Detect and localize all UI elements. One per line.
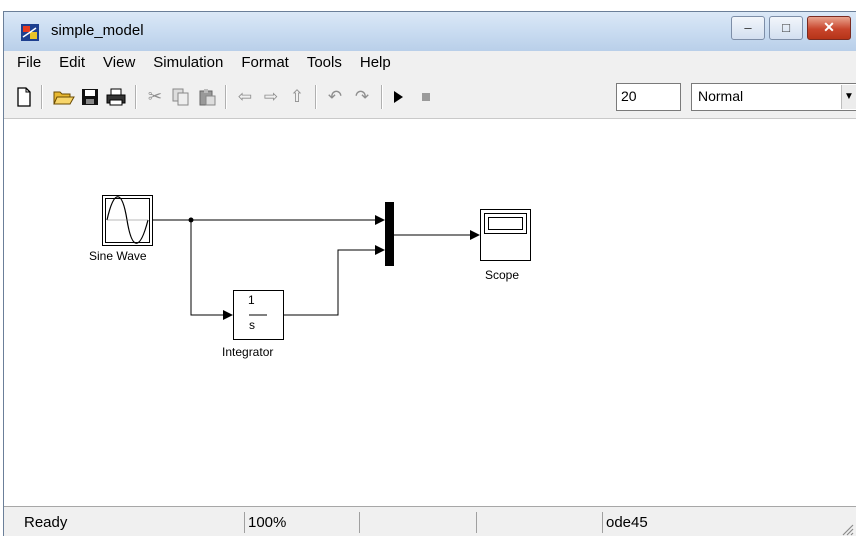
status-text: Ready	[24, 514, 68, 531]
sine-wave-block[interactable]	[102, 195, 153, 246]
close-icon: ✕	[823, 19, 835, 35]
signal-lines	[152, 215, 480, 320]
window-title: simple_model	[51, 22, 144, 39]
simulation-mode-select[interactable]: Normal ▼	[691, 83, 856, 111]
save-icon	[82, 89, 98, 105]
resize-grip-icon[interactable]	[840, 522, 854, 536]
integrator-label[interactable]: Integrator	[222, 345, 273, 359]
block-diagram	[102, 195, 531, 340]
minimize-icon: –	[744, 20, 752, 35]
chevron-down-icon[interactable]: ▼	[841, 85, 856, 109]
cut-button[interactable]: ✂	[144, 86, 166, 108]
model-window: simple_model – □ ✕ File Edit View Simula…	[3, 11, 856, 536]
maximize-icon: □	[782, 20, 790, 35]
copy-icon	[172, 88, 189, 106]
branch-point	[188, 217, 194, 223]
new-model-icon	[17, 87, 31, 107]
open-folder-icon	[53, 91, 75, 105]
scope-label[interactable]: Scope	[485, 268, 519, 282]
up-button[interactable]: ⇧	[286, 86, 308, 108]
menu-bar: File Edit View Simulation Format Tools H…	[4, 51, 856, 75]
status-pane-4	[476, 512, 602, 533]
solver-name: ode45	[602, 512, 842, 533]
toolbar: ✂ ⇦ ⇨ ⇧ ↶ ↷ 20 Normal ▼	[4, 75, 856, 119]
redo-button[interactable]: ↷	[351, 86, 373, 108]
new-model-button[interactable]	[13, 86, 35, 108]
paste-icon	[199, 89, 216, 106]
zoom-level: 100%	[244, 512, 358, 533]
status-bar: Ready 100% ode45	[4, 506, 856, 536]
minimize-button[interactable]: –	[731, 16, 765, 40]
integrator-block[interactable]	[233, 290, 284, 340]
paste-button[interactable]	[196, 86, 218, 108]
title-bar[interactable]: simple_model – □ ✕	[4, 12, 856, 51]
simulation-mode-value: Normal	[698, 88, 744, 104]
open-button[interactable]	[53, 86, 75, 108]
mux-block[interactable]	[385, 202, 394, 266]
forward-arrow-icon: ⇨	[263, 87, 279, 106]
menu-view[interactable]: View	[94, 51, 144, 75]
model-canvas[interactable]: 1 s Sine Wave Integrator Scope	[4, 119, 856, 506]
stop-icon	[422, 93, 430, 101]
save-button[interactable]	[79, 86, 101, 108]
print-icon	[106, 88, 126, 106]
undo-button[interactable]: ↶	[324, 86, 346, 108]
menu-tools[interactable]: Tools	[298, 51, 351, 75]
cut-icon: ✂	[147, 87, 163, 106]
menu-format[interactable]: Format	[232, 51, 298, 75]
stop-button[interactable]	[415, 86, 437, 108]
redo-icon: ↷	[354, 87, 370, 106]
back-arrow-icon: ⇦	[237, 87, 253, 106]
menu-file[interactable]: File	[4, 51, 50, 75]
copy-button[interactable]	[170, 86, 192, 108]
menu-help[interactable]: Help	[351, 51, 400, 75]
simulink-app-icon	[21, 24, 39, 41]
close-button[interactable]: ✕	[807, 16, 851, 40]
maximize-button[interactable]: □	[769, 16, 803, 40]
forward-button[interactable]: ⇨	[260, 86, 282, 108]
menu-edit[interactable]: Edit	[50, 51, 94, 75]
undo-icon: ↶	[327, 87, 343, 106]
up-arrow-icon: ⇧	[289, 87, 305, 106]
integrator-numerator: 1	[248, 293, 255, 307]
status-pane-3	[359, 512, 476, 533]
stop-time-input[interactable]: 20	[616, 83, 681, 111]
run-button[interactable]	[387, 86, 409, 108]
integrator-denominator: s	[249, 318, 255, 332]
back-button[interactable]: ⇦	[234, 86, 256, 108]
menu-simulation[interactable]: Simulation	[144, 51, 232, 75]
scope-block[interactable]	[480, 209, 531, 261]
print-button[interactable]	[105, 86, 127, 108]
run-icon	[394, 91, 403, 103]
sine-wave-label[interactable]: Sine Wave	[89, 249, 147, 263]
